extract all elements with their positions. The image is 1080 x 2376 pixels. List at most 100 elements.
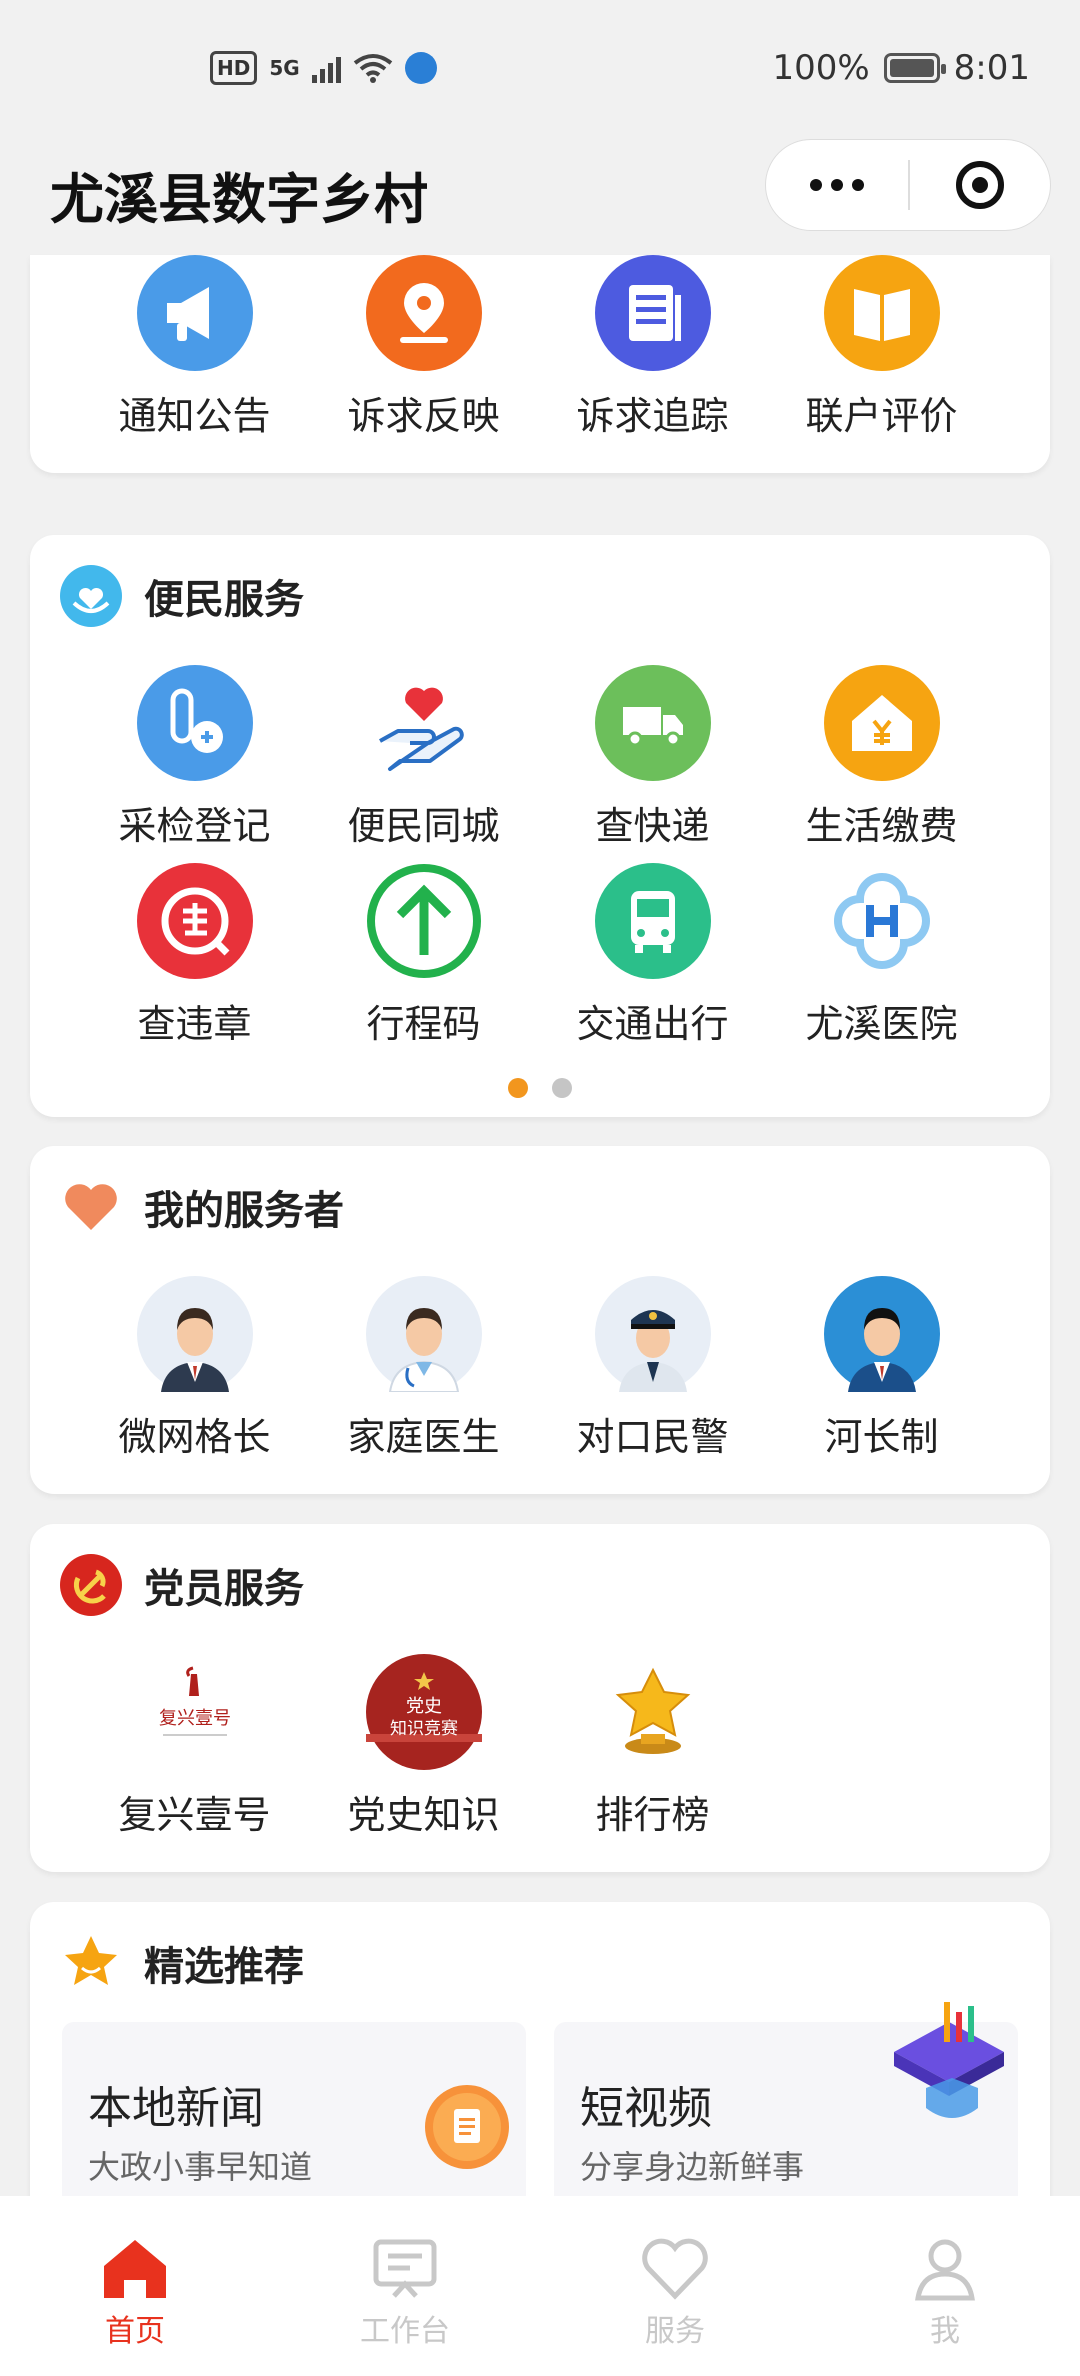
service-label: 行程码 (366, 1002, 481, 1046)
recommend-title: 短视频 (580, 2083, 712, 2134)
party-label: 党史知识 (347, 1793, 500, 1837)
more-menu-button[interactable] (766, 179, 908, 191)
miniprogram-capsule (765, 139, 1051, 231)
card-title: 精选推荐 (144, 1944, 304, 1990)
card-title: 便民服务 (144, 577, 304, 623)
status-right: 100% 8:01 (772, 48, 1030, 88)
service-label: 诉求追踪 (576, 394, 729, 438)
convenience-card: 便民服务 采检登记 便民同城 查快递 生活缴费 查违章 行程码 交通出行 尤溪医… (30, 535, 1050, 1117)
tab-workbench[interactable]: 工作台 (270, 2196, 540, 2376)
tab-label: 工作台 (360, 2314, 450, 2349)
grid-leader-avatar-icon (136, 1276, 253, 1392)
service-appeal[interactable]: 诉求反映 (309, 255, 538, 440)
service-travel-code[interactable]: 行程码 (309, 863, 538, 1048)
service-hospital[interactable]: 尤溪医院 (767, 863, 996, 1048)
heart-icon (65, 1184, 117, 1230)
server-river-chief[interactable]: 河长制 (767, 1276, 996, 1461)
party-label: 排行榜 (595, 1793, 710, 1837)
recommend-card: 精选推荐 本地新闻 大政小事早知道 短视频 分享身边新鲜事 (30, 1902, 1050, 2242)
heart-hand-icon (366, 665, 482, 781)
svg-text:党史: 党史 (406, 1696, 442, 1717)
battery-percent: 100% (772, 47, 870, 88)
tab-label: 我 (930, 2314, 960, 2349)
battery-icon (883, 52, 946, 83)
page-title: 尤溪县数字乡村 (50, 168, 428, 231)
service-evaluation[interactable]: 联户评价 (767, 255, 996, 440)
card-header: 党员服务 (60, 1554, 304, 1616)
service-violation[interactable]: 查违章 (80, 863, 309, 1048)
svg-text:知识竞赛: 知识竞赛 (390, 1718, 458, 1739)
arrow-up-icon (366, 863, 482, 979)
app-notification-icon (404, 51, 437, 84)
tab-service[interactable]: 服务 (540, 2196, 810, 2376)
police-avatar-icon (594, 1276, 711, 1392)
recommend-subtitle: 分享身边新鲜事 (580, 2148, 805, 2186)
close-miniprogram-button[interactable] (910, 161, 1050, 209)
server-grid-leader[interactable]: 微网格长 (80, 1276, 309, 1461)
server-label: 家庭医生 (347, 1415, 500, 1459)
svg-text:复兴壹号: 复兴壹号 (159, 1708, 231, 1729)
server-label: 微网格长 (118, 1415, 271, 1459)
tab-home[interactable]: 首页 (0, 2196, 270, 2376)
service-tracking[interactable]: 诉求追踪 (538, 255, 767, 440)
book-icon (823, 255, 940, 371)
news-icon (425, 2085, 509, 2169)
violation-icon (136, 863, 253, 979)
party-fuxing[interactable]: 复兴壹号 复兴壹号 (80, 1654, 309, 1839)
service-label: 交通出行 (576, 1002, 729, 1046)
recommend-title: 本地新闻 (88, 2083, 264, 2134)
card-header: 我的服务者 (60, 1176, 344, 1238)
service-label: 诉求反映 (347, 394, 500, 438)
servers-card: 我的服务者 微网格长 家庭医生 对口民警 河长制 (30, 1146, 1050, 1494)
service-sampling[interactable]: 采检登记 (80, 665, 309, 850)
tab-me[interactable]: 我 (810, 2196, 1080, 2376)
hd-badge: HD (210, 50, 258, 85)
service-label: 联户评价 (805, 394, 958, 438)
server-police[interactable]: 对口民警 (538, 1276, 767, 1461)
status-left: HD 5G (210, 50, 437, 85)
convenience-row-2: 查违章 行程码 交通出行 尤溪医院 (30, 863, 1050, 1048)
trophy-star-icon (595, 1654, 711, 1770)
servers-grid: 微网格长 家庭医生 对口民警 河长制 (30, 1276, 1050, 1461)
hospital-logo-icon (824, 863, 940, 979)
party-grid: 复兴壹号 复兴壹号 党史 知识竞赛 党史知识 排行榜 (30, 1654, 1050, 1839)
fuxing-logo-icon: 复兴壹号 (137, 1654, 253, 1770)
service-express[interactable]: 查快递 (538, 665, 767, 850)
house-yen-icon (823, 665, 940, 781)
service-transport[interactable]: 交通出行 (538, 863, 767, 1048)
pager-dot[interactable] (552, 1078, 572, 1098)
server-family-doctor[interactable]: 家庭医生 (309, 1276, 538, 1461)
doctor-avatar-icon (365, 1276, 482, 1392)
workbench-icon (373, 2239, 437, 2298)
header: 尤溪县数字乡村 (0, 135, 1080, 255)
status-bar: HD 5G 100% 8:01 (0, 0, 1080, 135)
service-label: 生活缴费 (805, 804, 958, 848)
service-notice[interactable]: 通知公告 (80, 255, 309, 440)
truck-icon (594, 665, 711, 781)
convenience-row-1: 采检登记 便民同城 查快递 生活缴费 (30, 665, 1050, 850)
server-label: 对口民警 (576, 1415, 729, 1459)
party-ranking[interactable]: 排行榜 (538, 1654, 767, 1839)
location-pin-icon (365, 255, 482, 371)
top-services-grid: 通知公告 诉求反映 诉求追踪 联户评价 (30, 255, 1050, 440)
party-card: 党员服务 复兴壹号 复兴壹号 党史 知识竞赛 党史知识 排行榜 (30, 1524, 1050, 1872)
card-header: 便民服务 (60, 565, 304, 627)
bus-icon (594, 863, 711, 979)
party-emblem-icon (60, 1554, 122, 1616)
star-icon (65, 1936, 117, 1985)
network-type: 5G (269, 55, 300, 80)
service-label: 查快递 (595, 804, 710, 848)
river-chief-avatar-icon (823, 1276, 940, 1392)
party-label: 复兴壹号 (118, 1793, 271, 1837)
tab-bar: 首页 工作台 服务 我 (0, 2196, 1080, 2376)
home-icon (104, 2240, 166, 2298)
service-label: 查违章 (137, 1002, 252, 1046)
heart-outline-icon (642, 2238, 708, 2300)
carousel-pager (30, 1078, 1050, 1098)
service-city[interactable]: 便民同城 (309, 665, 538, 850)
tab-label: 首页 (105, 2314, 165, 2349)
party-history-icon: 党史 知识竞赛 (365, 1654, 482, 1770)
party-history[interactable]: 党史 知识竞赛 党史知识 (309, 1654, 538, 1839)
pager-dot-active[interactable] (508, 1078, 528, 1098)
service-bills[interactable]: 生活缴费 (767, 665, 996, 850)
